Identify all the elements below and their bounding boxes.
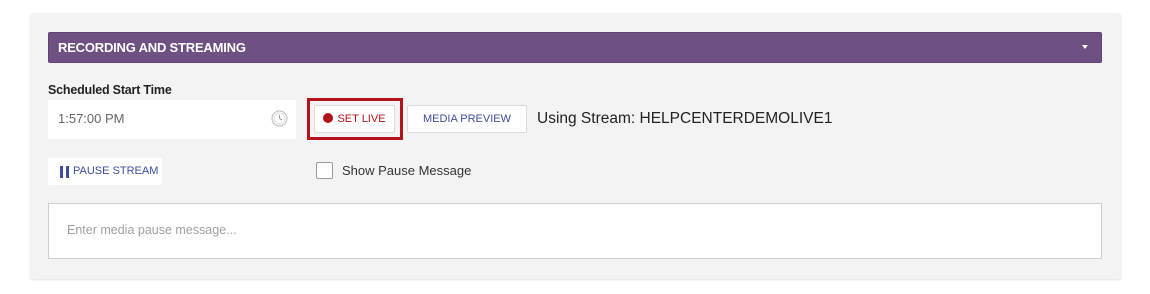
recording-streaming-panel: RECORDING AND STREAMING Scheduled Start … bbox=[30, 13, 1121, 279]
clock-icon[interactable] bbox=[271, 110, 288, 127]
pause-icon bbox=[60, 166, 69, 178]
show-pause-message-checkbox[interactable] bbox=[316, 162, 333, 179]
set-live-highlight: SET LIVE bbox=[307, 98, 403, 140]
set-live-button[interactable]: SET LIVE bbox=[314, 105, 395, 133]
start-time-value: 1:57:00 PM bbox=[58, 111, 125, 126]
set-live-label: SET LIVE bbox=[337, 113, 386, 125]
pause-message-placeholder: Enter media pause message... bbox=[67, 223, 237, 237]
section-title: RECORDING AND STREAMING bbox=[58, 40, 246, 55]
pause-stream-button[interactable]: PAUSE STREAM bbox=[48, 158, 162, 185]
record-dot-icon bbox=[323, 113, 334, 123]
pause-message-input[interactable]: Enter media pause message... bbox=[48, 203, 1102, 259]
pause-stream-label: PAUSE STREAM bbox=[73, 165, 159, 177]
section-header[interactable]: RECORDING AND STREAMING bbox=[48, 32, 1102, 63]
show-pause-message-label: Show Pause Message bbox=[342, 163, 472, 178]
start-time-field[interactable]: 1:57:00 PM bbox=[48, 100, 296, 139]
media-preview-button[interactable]: MEDIA PREVIEW bbox=[407, 105, 527, 133]
stream-info-text: Using Stream: HELPCENTERDEMOLIVE1 bbox=[537, 110, 833, 127]
scheduled-start-time-label: Scheduled Start Time bbox=[48, 83, 172, 97]
caret-down-icon[interactable] bbox=[1082, 45, 1088, 49]
